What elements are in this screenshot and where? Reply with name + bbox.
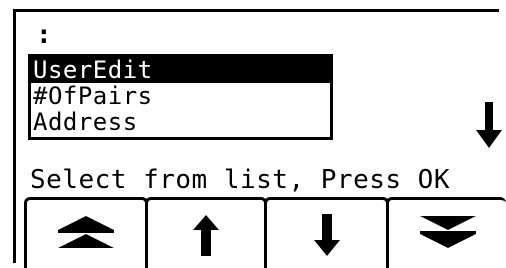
selection-list[interactable]: UserEdit #OfPairs Address bbox=[28, 54, 333, 140]
list-item-ofpairs[interactable]: #OfPairs bbox=[31, 83, 330, 109]
arrow-up-icon bbox=[193, 215, 219, 256]
arrow-down-icon bbox=[313, 214, 340, 256]
menu-header: : bbox=[36, 20, 52, 50]
instruction-prompt: Select from list, Press OK bbox=[30, 165, 450, 195]
page-down-softkey[interactable] bbox=[386, 197, 506, 268]
list-item-address[interactable]: Address bbox=[31, 109, 330, 135]
double-arrow-down-icon bbox=[419, 216, 476, 248]
scroll-more-down-icon bbox=[474, 100, 504, 150]
double-arrow-up-icon bbox=[58, 216, 114, 248]
up-softkey[interactable] bbox=[145, 197, 267, 268]
list-item-useredit[interactable]: UserEdit bbox=[31, 57, 330, 83]
page-up-softkey[interactable] bbox=[24, 197, 148, 268]
softkey-bar bbox=[24, 197, 506, 268]
down-softkey[interactable] bbox=[264, 197, 389, 268]
